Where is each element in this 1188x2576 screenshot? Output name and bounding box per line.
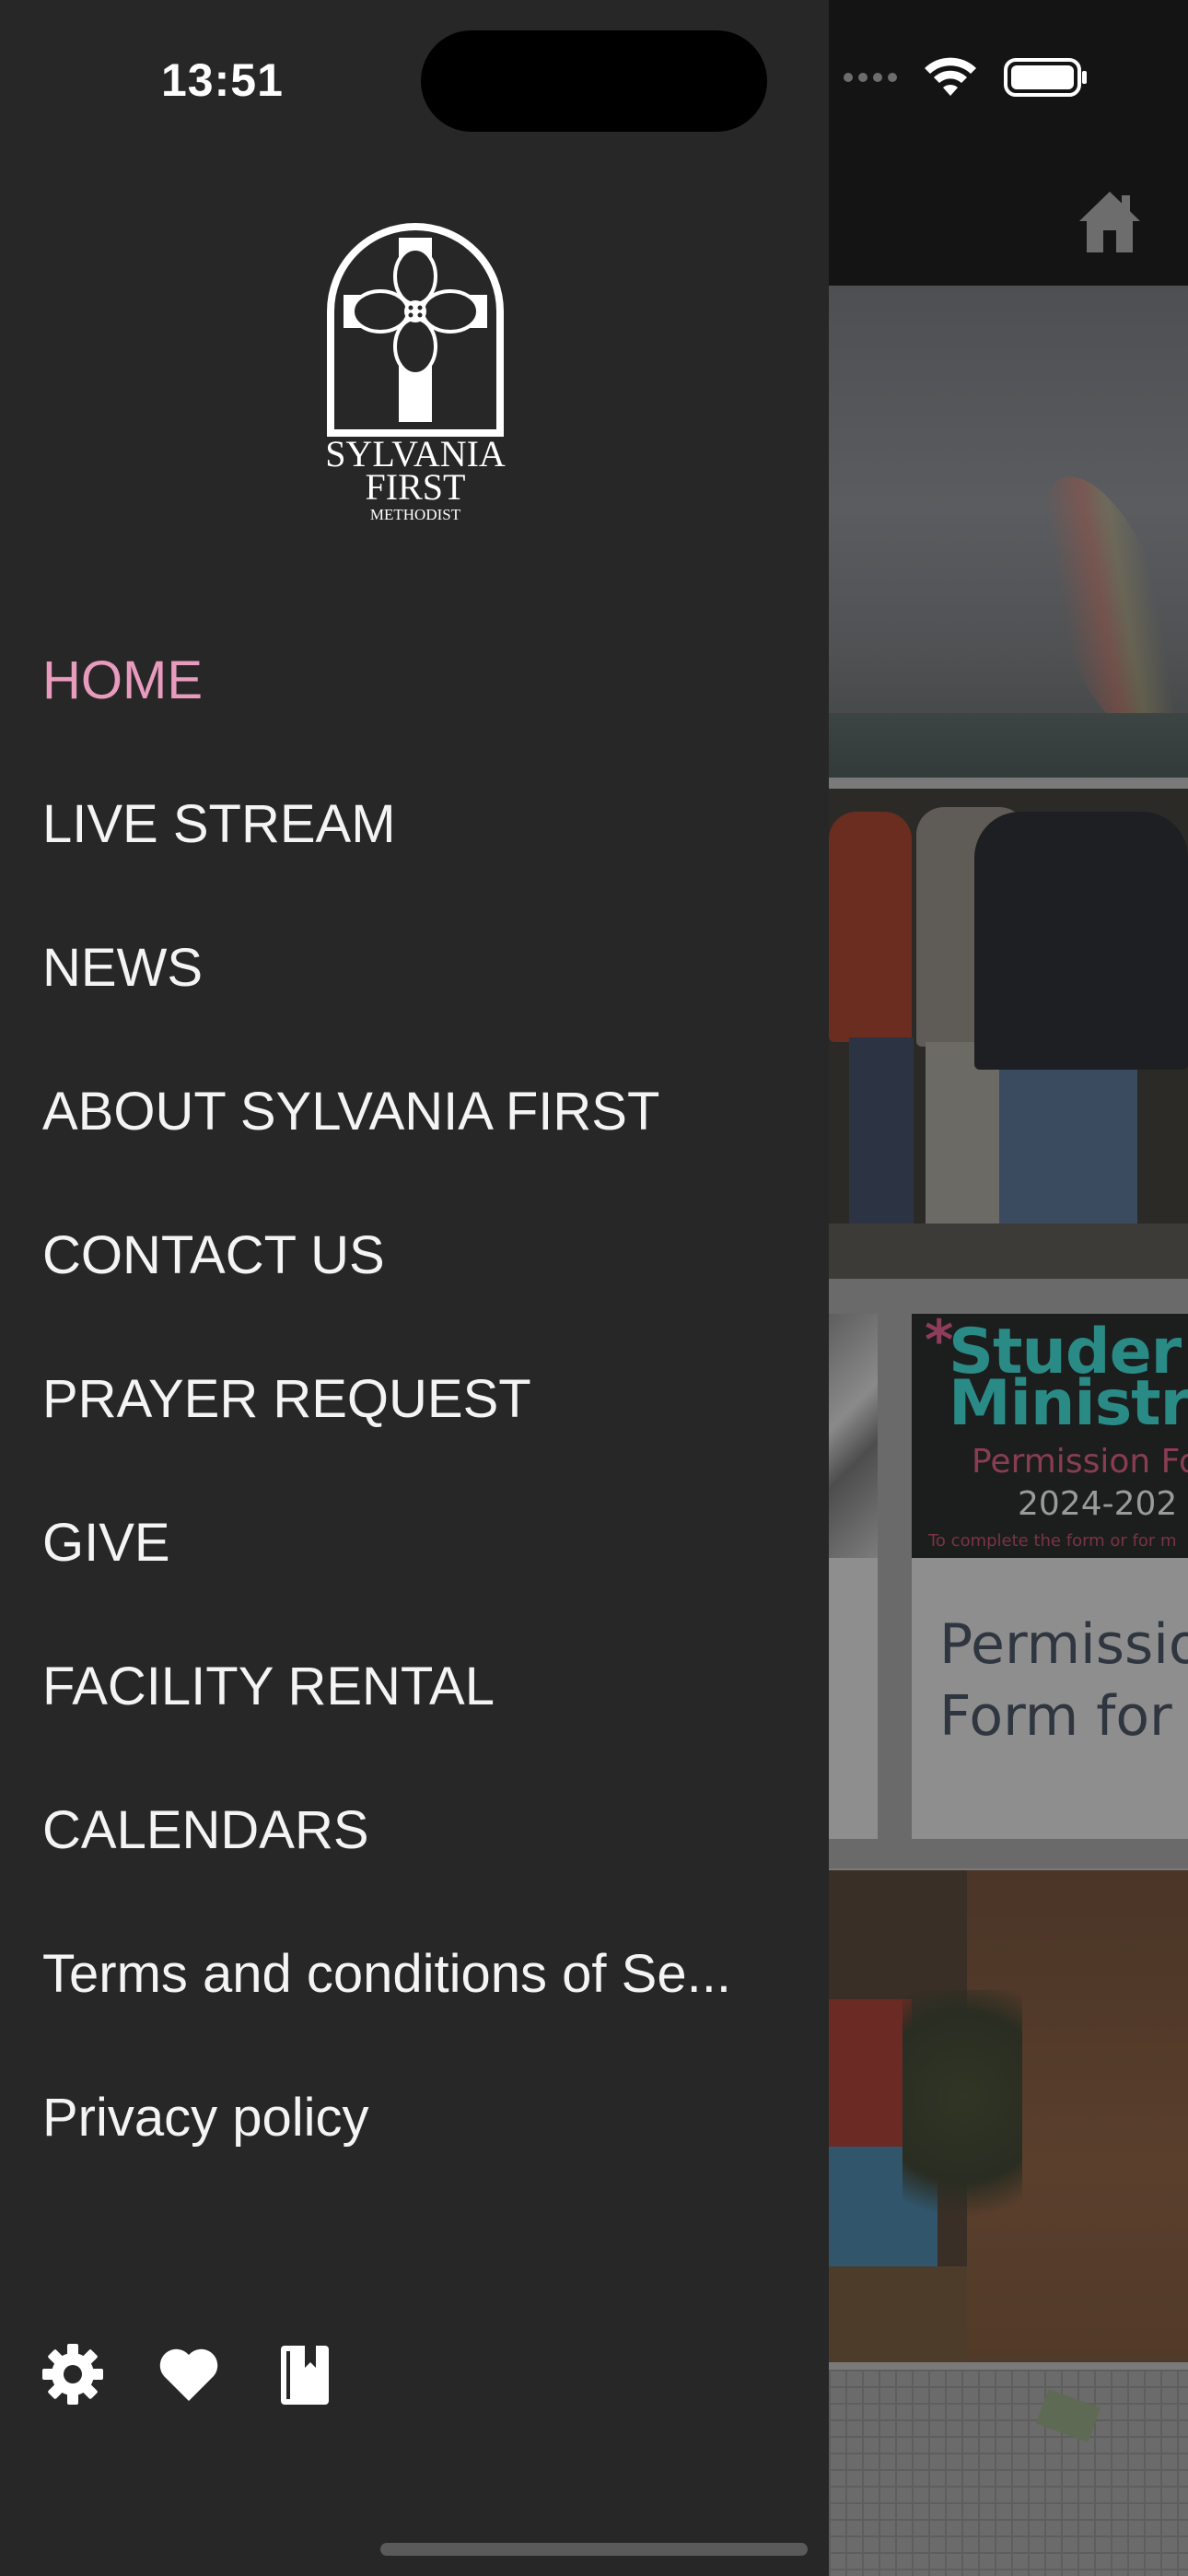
news-card-row: * Studer Ministr Permission Fo 2024-202 … [829, 1279, 1188, 1868]
gear-icon[interactable] [41, 2342, 105, 2406]
menu-item-facility-rental[interactable]: FACILITY RENTAL [42, 1614, 788, 1758]
logo-text-line2: FIRST [366, 466, 466, 508]
menu-item-home[interactable]: HOME [42, 608, 788, 752]
menu-item-contact-us[interactable]: CONTACT US [42, 1183, 788, 1327]
sylvania-first-logo: SYLVANIA FIRST METHODIST [325, 223, 506, 523]
drawer-menu: HOME LIVE STREAM NEWS ABOUT SYLVANIA FIR… [42, 608, 788, 2189]
news-tile-image[interactable] [829, 1870, 1188, 2362]
heart-icon[interactable] [157, 2342, 221, 2406]
menu-item-calendars[interactable]: CALENDARS [42, 1758, 788, 1902]
wifi-icon [925, 57, 976, 96]
news-tile-image[interactable] [829, 2370, 1188, 2576]
menu-item-give[interactable]: GIVE [42, 1470, 788, 1614]
menu-item-news[interactable]: NEWS [42, 896, 788, 1039]
menu-item-live-stream[interactable]: LIVE STREAM [42, 752, 788, 896]
news-tile-image[interactable] [829, 286, 1188, 778]
news-card-title: Permissio Form for [939, 1612, 1188, 1749]
drawer-footer-icons [41, 2342, 337, 2406]
status-time: 13:51 [161, 54, 284, 106]
battery-icon [1004, 58, 1087, 97]
home-icon[interactable] [1076, 188, 1144, 256]
news-card[interactable] [829, 1314, 878, 1839]
menu-item-privacy-policy[interactable]: Privacy policy [42, 2045, 788, 2189]
dynamic-island [421, 30, 767, 132]
navigation-drawer: 13:51 SYLVANIA FIRST METHODIST HOME LIVE… [0, 0, 829, 2576]
home-indicator [380, 2543, 808, 2556]
menu-item-terms[interactable]: Terms and conditions of Se... [42, 1902, 788, 2045]
menu-item-about[interactable]: ABOUT SYLVANIA FIRST [42, 1039, 788, 1183]
bookmark-book-icon[interactable] [273, 2342, 337, 2406]
news-tile-image[interactable] [829, 789, 1188, 1279]
status-icons [844, 57, 1089, 97]
menu-item-prayer-request[interactable]: PRAYER REQUEST [42, 1327, 788, 1470]
cellular-signal-icon [844, 73, 897, 82]
news-card[interactable]: * Studer Ministr Permission Fo 2024-202 … [912, 1314, 1188, 1839]
logo-text-line3: METHODIST [370, 506, 461, 523]
poster-image: * Studer Ministr Permission Fo 2024-202 … [912, 1314, 1188, 1558]
